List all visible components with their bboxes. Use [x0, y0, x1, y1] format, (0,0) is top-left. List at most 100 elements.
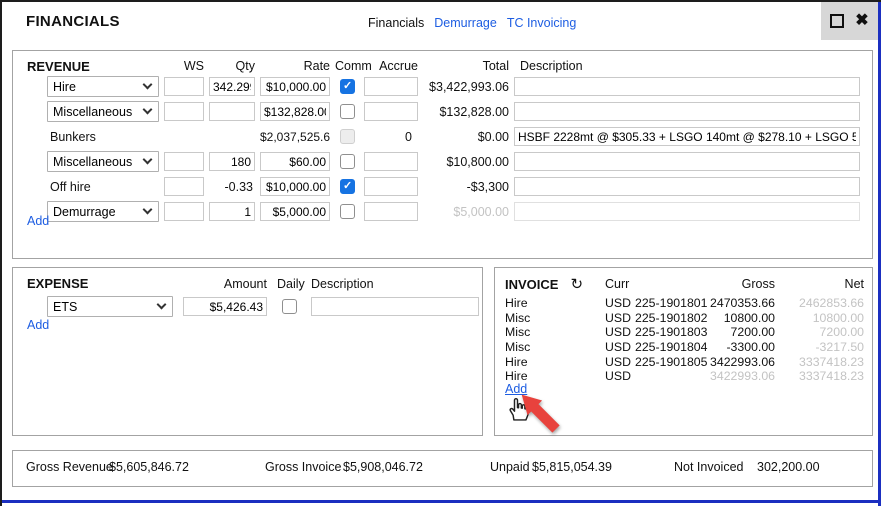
qty-value: -0.33 — [209, 180, 255, 194]
description-input[interactable] — [514, 202, 860, 221]
rate-input[interactable] — [260, 202, 330, 221]
maximize-icon[interactable] — [830, 14, 844, 28]
revenue-title: REVENUE — [27, 59, 90, 74]
close-icon[interactable]: ✖ — [855, 13, 868, 29]
invoice-gross: -3300.00 — [710, 340, 775, 354]
invoice-curr: USD — [605, 340, 635, 354]
description-input[interactable] — [514, 152, 860, 171]
rate-input[interactable] — [260, 102, 330, 121]
ws-input[interactable] — [164, 77, 204, 96]
invoice-gross: 2470353.66 — [710, 296, 775, 310]
comm-checkbox[interactable] — [340, 154, 355, 169]
total-value: $5,000.00 — [423, 205, 509, 219]
rate-input[interactable] — [260, 177, 330, 196]
daily-checkbox[interactable] — [282, 299, 297, 314]
rate-value: $2,037,525.66 — [260, 130, 330, 144]
invoice-gross: 7200.00 — [710, 325, 775, 339]
invoice-curr: USD — [605, 369, 635, 383]
invoice-curr: USD — [605, 311, 635, 325]
col-header-description: Description — [311, 277, 479, 291]
invoice-gross: 3422993.06 — [710, 355, 775, 369]
amount-input[interactable] — [183, 297, 267, 316]
description-input[interactable] — [311, 297, 479, 316]
description-input[interactable] — [514, 177, 860, 196]
summary-bar: Gross Revenue $5,605,846.72 Gross Invoic… — [12, 450, 873, 487]
invoice-net: 3337418.23 — [775, 355, 864, 369]
invoice-type: Hire — [505, 355, 605, 369]
invoice-number: 225-1901805 — [635, 355, 710, 369]
invoice-add-link[interactable]: Add — [505, 382, 527, 396]
total-value: $0.00 — [423, 130, 509, 144]
qty-input[interactable] — [209, 102, 255, 121]
col-header-total: Total — [423, 59, 509, 73]
invoice-row: Hire USD 225-1901805 3422993.06 3337418.… — [505, 354, 862, 369]
total-value: $10,800.00 — [423, 155, 509, 169]
expense-add-link[interactable]: Add — [27, 318, 49, 332]
col-header-ws: WS — [164, 59, 204, 73]
col-header-rate-link[interactable]: Rate — [260, 59, 330, 73]
description-input[interactable] — [514, 102, 860, 121]
refresh-icon[interactable]: ↻ — [570, 277, 583, 292]
rate-input[interactable] — [260, 77, 330, 96]
accrue-input[interactable] — [364, 77, 418, 96]
comm-checkbox[interactable] — [340, 104, 355, 119]
comm-checkbox[interactable] — [340, 79, 355, 94]
expense-section: EXPENSE Amount Daily Description ETS Add — [12, 267, 483, 436]
accrue-value: 0 — [364, 130, 418, 144]
col-header-qty: Qty — [209, 59, 255, 73]
gross-invoice-label: Gross Invoice — [265, 460, 341, 474]
invoice-row: Misc USD 225-1901803 7200.00 7200.00 — [505, 325, 862, 340]
accrue-input[interactable] — [364, 152, 418, 171]
qty-input[interactable] — [209, 152, 255, 171]
description-input[interactable] — [514, 77, 860, 96]
comm-checkbox[interactable] — [340, 179, 355, 194]
tab-financials[interactable]: Financials — [368, 16, 424, 30]
invoice-number: 225-1901803 — [635, 325, 710, 339]
invoice-type: Misc — [505, 311, 605, 325]
invoice-type: Misc — [505, 325, 605, 339]
invoice-net: 10800.00 — [775, 311, 864, 325]
accrue-input[interactable] — [364, 102, 418, 121]
description-input[interactable] — [514, 127, 860, 146]
total-value: $3,422,993.06 — [423, 80, 509, 94]
unpaid-value: $5,815,054.39 — [532, 460, 612, 474]
invoice-row: Misc USD 225-1901804 -3300.00 -3217.50 — [505, 340, 862, 355]
revenue-row: Off hire -0.33 -$3,300 — [47, 174, 872, 199]
expense-type-select[interactable]: ETS — [47, 296, 173, 317]
gross-revenue-value: $5,605,846.72 — [109, 460, 189, 474]
revenue-add-link[interactable]: Add — [27, 214, 49, 228]
expense-header-row: Amount Daily Description — [47, 276, 482, 292]
invoice-number: 225-1901802 — [635, 311, 710, 325]
accrue-input[interactable] — [364, 202, 418, 221]
col-header-curr: Curr — [605, 277, 635, 291]
comm-checkbox — [340, 129, 355, 144]
col-header-net: Net — [775, 277, 864, 291]
ws-input[interactable] — [164, 102, 204, 121]
revenue-type-select[interactable]: Miscellaneous — [47, 101, 159, 122]
revenue-type-select[interactable]: Hire — [47, 76, 159, 97]
accrue-input[interactable] — [364, 177, 418, 196]
total-value: -$3,300 — [423, 180, 509, 194]
revenue-type-select[interactable]: Demurrage — [47, 201, 159, 222]
annotation-arrow-icon — [517, 390, 573, 446]
page-title: FINANCIALS — [26, 13, 120, 30]
invoice-row: Hire USD 225-1901801 2470353.66 2462853.… — [505, 296, 862, 311]
revenue-type-label: Off hire — [47, 180, 159, 194]
unpaid-label: Unpaid — [490, 460, 530, 474]
tab-tc-invoicing[interactable]: TC Invoicing — [507, 16, 576, 30]
rate-input[interactable] — [260, 152, 330, 171]
qty-input[interactable] — [209, 202, 255, 221]
invoice-number: 225-1901801 — [635, 296, 710, 310]
ws-input[interactable] — [164, 152, 204, 171]
col-header-comm: Comm — [335, 59, 359, 73]
not-invoiced-value: 302,200.00 — [757, 460, 820, 474]
expense-title: EXPENSE — [27, 276, 88, 291]
revenue-type-select[interactable]: Miscellaneous — [47, 151, 159, 172]
ws-input[interactable] — [164, 202, 204, 221]
qty-input[interactable] — [209, 77, 255, 96]
ws-input[interactable] — [164, 177, 204, 196]
invoice-section: INVOICE ↻ Curr Gross Net Hire USD 225-19… — [494, 267, 873, 436]
col-header-gross: Gross — [710, 277, 775, 291]
tab-demurrage[interactable]: Demurrage — [434, 16, 497, 30]
comm-checkbox[interactable] — [340, 204, 355, 219]
